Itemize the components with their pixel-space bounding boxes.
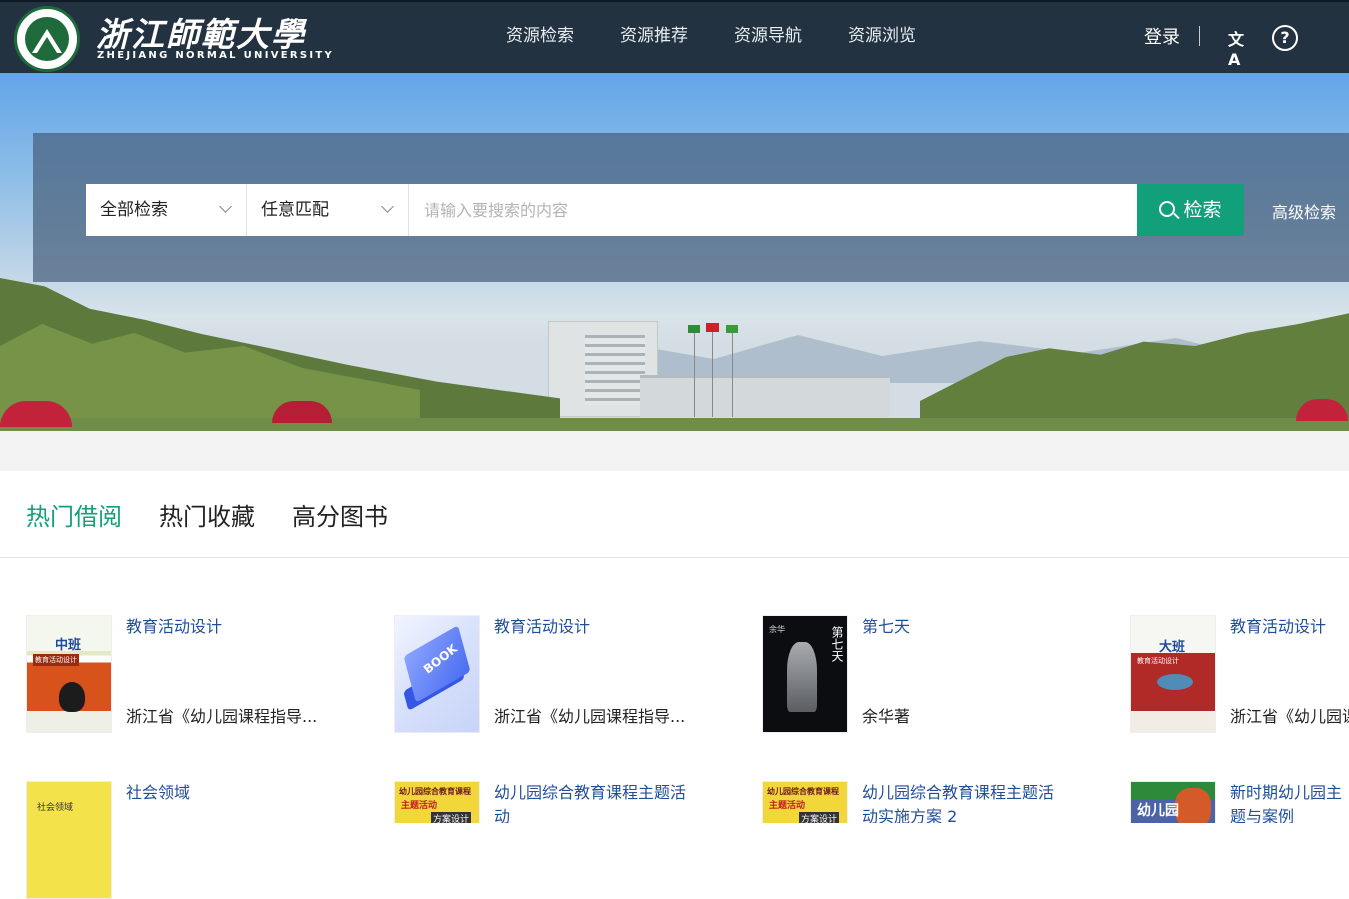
book-card[interactable]: 余华 第七天 第七天 余华著 — [762, 615, 1122, 745]
seal-mountain-icon — [25, 17, 69, 61]
cover-subtitle: 主题活动 — [401, 801, 438, 811]
cover-title: 社会领域 — [37, 803, 74, 813]
book-title[interactable]: 新时期幼儿园主题与案例 — [1230, 781, 1349, 823]
match-mode-select[interactable]: 任意匹配 — [247, 184, 409, 236]
cover-subtitle: 方案设计 — [431, 812, 472, 823]
nav-resource-guide[interactable]: 资源导航 — [734, 24, 802, 48]
logo-title: 浙江師範大學 — [96, 15, 306, 54]
book-cover[interactable]: 中班 教育活动设计 — [26, 615, 112, 733]
book-cover[interactable]: 余华 第七天 — [762, 615, 848, 733]
cover-subtitle: 教育活动设计 — [1137, 657, 1179, 665]
book-cover[interactable]: 幼儿园综合教育课程 主题活动 方案设计 — [394, 781, 480, 823]
book-cover[interactable]: BOOK — [394, 615, 480, 733]
book-card[interactable]: 幼儿园 新时期幼儿园主题与案例 — [1130, 781, 1349, 823]
flag — [706, 323, 719, 332]
cover-title: 第七天 — [830, 626, 844, 662]
book-card[interactable]: 幼儿园综合教育课程 主题活动 方案设计 幼儿园综合教育课程主题活动 — [394, 781, 754, 823]
book-title[interactable]: 教育活动设计 — [1230, 615, 1349, 639]
tabs-underline — [0, 557, 1349, 558]
login-link[interactable]: 登录 — [1144, 23, 1180, 49]
book-card[interactable]: BOOK 教育活动设计 浙江省《幼儿园课程指导... — [394, 615, 754, 745]
flower-bed — [272, 401, 332, 423]
flag — [688, 325, 700, 333]
flag-pole — [712, 325, 713, 417]
logo-subtitle: ZHEJIANG NORMAL UNIVERSITY — [97, 50, 335, 61]
book-title[interactable]: 幼儿园综合教育课程主题活动 — [494, 781, 699, 823]
book-author: 浙江省《幼儿园课程指导... — [494, 707, 686, 726]
search-scope-select[interactable]: 全部检索 — [86, 184, 247, 236]
search-scope-value: 全部检索 — [100, 200, 168, 220]
cover-title: 大班 — [1159, 640, 1186, 655]
search-button-label: 检索 — [1183, 199, 1222, 221]
book-tabs: 热门借阅 热门收藏 高分图书 — [26, 497, 388, 532]
tab-hot-favorite[interactable]: 热门收藏 — [159, 497, 255, 532]
cover-illustration — [1175, 788, 1211, 823]
book-card[interactable]: 大班 教育活动设计 教育活动设计 浙江省《幼儿园课程指导... — [1130, 615, 1349, 745]
book-title[interactable]: 教育活动设计 — [494, 615, 734, 639]
university-seal-logo[interactable] — [14, 6, 80, 72]
book-cover[interactable]: 社会领域 — [26, 781, 112, 899]
cover-illustration — [787, 642, 817, 712]
book-cover[interactable]: 幼儿园 — [1130, 781, 1216, 823]
match-mode-value: 任意匹配 — [261, 200, 329, 220]
advanced-search-link[interactable]: 高级检索 — [1272, 199, 1336, 223]
cover-subtitle: 方案设计 — [799, 812, 840, 823]
cover-subtitle: 教育活动设计 — [33, 654, 79, 666]
book-card[interactable]: 幼儿园综合教育课程 主题活动 方案设计 幼儿园综合教育课程主题活动实施方案 2 — [762, 781, 1122, 823]
main-nav: 资源检索 资源推荐 资源导航 资源浏览 — [506, 24, 916, 48]
campus-banner: 全部检索 任意匹配 检索 高级检索 — [0, 73, 1349, 431]
chevron-down-icon — [219, 200, 232, 213]
cover-author: 余华 — [769, 625, 785, 634]
search-input[interactable] — [409, 184, 1137, 236]
book-title[interactable]: 教育活动设计 — [126, 615, 366, 639]
header-divider — [1199, 26, 1200, 46]
tab-top-rated[interactable]: 高分图书 — [292, 497, 388, 532]
top-header: 浙江師範大學 ZHEJIANG NORMAL UNIVERSITY 资源检索 资… — [0, 0, 1349, 73]
book-cover[interactable]: 幼儿园综合教育课程 主题活动 方案设计 — [762, 781, 848, 823]
tab-hot-borrow[interactable]: 热门借阅 — [26, 497, 122, 532]
cover-title: 中班 — [55, 638, 82, 653]
building-windows — [585, 335, 645, 405]
flag — [726, 325, 738, 333]
book-title[interactable]: 第七天 — [862, 615, 1102, 639]
translate-icon[interactable]: 文A — [1228, 26, 1250, 69]
nav-resource-recommend[interactable]: 资源推荐 — [620, 24, 688, 48]
search-panel: 全部检索 任意匹配 检索 高级检索 — [33, 133, 1349, 282]
book-author: 余华著 — [862, 707, 911, 726]
cover-subtitle: 主题活动 — [769, 801, 806, 811]
cover-title: 幼儿园综合教育课程 — [767, 787, 839, 796]
book-title[interactable]: 幼儿园综合教育课程主题活动实施方案 2 — [862, 781, 1067, 823]
flag-pole — [694, 325, 695, 417]
low-building — [640, 375, 890, 417]
help-icon[interactable]: ? — [1272, 25, 1298, 51]
nav-resource-search[interactable]: 资源检索 — [506, 24, 574, 48]
book-author: 浙江省《幼儿园课程指导... — [1230, 707, 1349, 726]
book-card[interactable]: 社会领域 社会领域 — [26, 781, 386, 899]
book-card[interactable]: 中班 教育活动设计 教育活动设计 浙江省《幼儿园课程指导... — [26, 615, 386, 745]
chevron-down-icon — [381, 200, 394, 213]
flag-pole — [732, 325, 733, 417]
book-author: 浙江省《幼儿园课程指导... — [126, 707, 318, 726]
book-cover[interactable]: 大班 教育活动设计 — [1130, 615, 1216, 733]
lawn — [0, 418, 1349, 431]
cover-title: 幼儿园 — [1137, 803, 1179, 819]
section-divider-strip — [0, 431, 1349, 471]
book-title[interactable]: 社会领域 — [126, 781, 366, 805]
search-icon — [1159, 201, 1176, 217]
cover-illustration — [1157, 674, 1193, 690]
nav-resource-browse[interactable]: 资源浏览 — [848, 24, 916, 48]
search-button[interactable]: 检索 — [1137, 184, 1244, 236]
cover-title: 幼儿园综合教育课程 — [399, 787, 471, 796]
cover-illustration — [59, 682, 85, 712]
